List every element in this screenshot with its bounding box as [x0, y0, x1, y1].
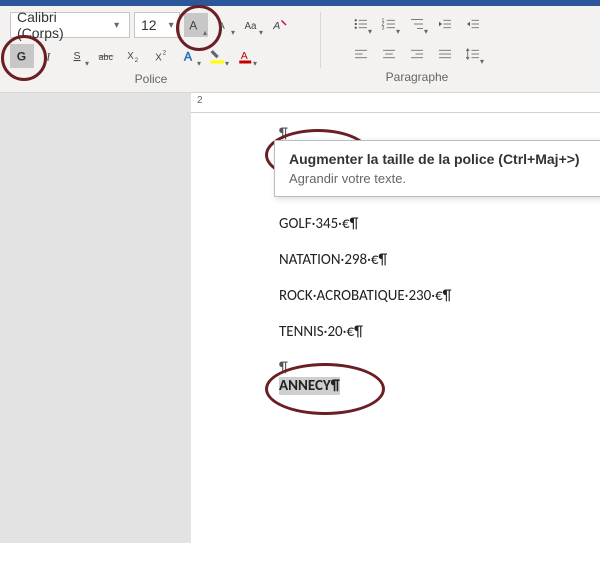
doc-line: NATATION·298·€¶ — [279, 251, 600, 269]
paragraph-mark — [279, 359, 600, 377]
doc-line: ROCK·ACROBATIQUE·230·€¶ — [279, 287, 600, 305]
grow-font-button[interactable]: A ▴ — [184, 13, 208, 37]
svg-text:2: 2 — [163, 51, 167, 57]
superscript-button[interactable]: X2 — [150, 44, 174, 68]
align-right-icon — [408, 45, 426, 63]
font-name-value: Calibri (Corps) — [11, 9, 104, 41]
caret-down-icon: ▾ — [231, 28, 235, 37]
svg-text:A: A — [241, 50, 248, 62]
chevron-down-icon: ▾ — [104, 20, 129, 31]
align-right-button[interactable] — [405, 42, 429, 66]
strikethrough-button[interactable]: abc — [94, 44, 118, 68]
svg-text:A: A — [184, 50, 192, 64]
svg-text:abc: abc — [99, 52, 114, 62]
chevron-down-icon: ▾ — [163, 20, 180, 31]
chevron-down-icon: ▾ — [253, 59, 257, 68]
align-left-icon — [352, 45, 370, 63]
highlight-button[interactable]: ▾ — [206, 44, 230, 68]
clear-formatting-button[interactable]: A — [268, 13, 292, 37]
doc-line: ANNECY¶ — [279, 377, 600, 395]
decrease-indent-button[interactable] — [433, 12, 457, 36]
shrink-font-button[interactable]: A ▾ — [212, 13, 236, 37]
doc-line: GOLF·345·€¶ — [279, 215, 600, 233]
font-name-combo[interactable]: Calibri (Corps) ▾ — [10, 12, 130, 38]
font-color-button[interactable]: A ▾ — [234, 44, 258, 68]
svg-text:Aa: Aa — [245, 21, 258, 32]
chevron-down-icon: ▾ — [368, 27, 372, 36]
align-center-icon — [380, 45, 398, 63]
underline-button[interactable]: S ▾ — [66, 44, 90, 68]
chevron-down-icon: ▾ — [259, 28, 263, 37]
clear-formatting-icon: A — [271, 16, 289, 34]
doc-line: TENNIS·20·€¶ — [279, 323, 600, 341]
group-label-font: Police — [135, 72, 168, 86]
svg-text:2: 2 — [135, 58, 139, 64]
horizontal-ruler[interactable]: 2 — [191, 93, 600, 113]
change-case-button[interactable]: Aa ▾ — [240, 13, 264, 37]
ruler-strip: 2 — [0, 93, 600, 113]
chevron-down-icon: ▾ — [225, 59, 229, 68]
bullets-button[interactable]: ▾ — [349, 12, 373, 36]
line-spacing-button[interactable]: ▾ — [461, 42, 485, 66]
group-label-paragraph: Paragraphe — [386, 70, 449, 84]
align-left-button[interactable] — [349, 42, 373, 66]
svg-text:A: A — [189, 19, 197, 33]
svg-text:I: I — [45, 50, 51, 64]
bold-icon: G — [13, 47, 31, 65]
chevron-down-icon: ▾ — [424, 27, 428, 36]
chevron-down-icon: ▾ — [396, 27, 400, 36]
increase-indent-icon — [464, 15, 482, 33]
justify-button[interactable] — [433, 42, 457, 66]
bold-button[interactable]: G — [10, 44, 34, 68]
align-center-button[interactable] — [377, 42, 401, 66]
tooltip-body: Agrandir votre texte. — [289, 171, 589, 186]
tooltip: Augmenter la taille de la police (Ctrl+M… — [274, 140, 600, 197]
text-effects-button[interactable]: A ▾ — [178, 44, 202, 68]
subscript-button[interactable]: X2 — [122, 44, 146, 68]
justify-icon — [436, 45, 454, 63]
ruler-mark: 2 — [197, 95, 203, 106]
svg-text:G: G — [17, 50, 26, 64]
numbering-button[interactable]: 123▾ — [377, 12, 401, 36]
chevron-down-icon: ▾ — [85, 59, 89, 68]
svg-text:3: 3 — [382, 25, 385, 31]
font-size-combo[interactable]: 12 ▾ — [134, 12, 180, 38]
superscript-icon: X2 — [153, 47, 171, 65]
group-separator — [320, 12, 321, 68]
decrease-indent-icon — [436, 15, 454, 33]
selected-text: ANNECY — [279, 377, 331, 395]
chevron-down-icon: ▾ — [197, 59, 201, 68]
italic-icon: I — [41, 47, 59, 65]
subscript-icon: X2 — [125, 47, 143, 65]
chevron-down-icon: ▾ — [480, 57, 484, 66]
multilevel-list-button[interactable]: ▾ — [405, 12, 429, 36]
svg-text:X: X — [127, 51, 134, 62]
caret-up-icon: ▴ — [203, 28, 207, 37]
group-font: Calibri (Corps) ▾ 12 ▾ A ▴ A ▾ Aa — [10, 12, 292, 92]
font-size-value: 12 — [135, 17, 163, 33]
svg-text:S: S — [74, 50, 81, 62]
italic-button[interactable]: I — [38, 44, 62, 68]
page-gutter — [0, 113, 191, 543]
svg-text:A: A — [219, 21, 225, 31]
tooltip-title: Augmenter la taille de la police (Ctrl+M… — [289, 151, 589, 167]
svg-text:X: X — [155, 53, 162, 64]
increase-indent-button[interactable] — [461, 12, 485, 36]
ribbon: Calibri (Corps) ▾ 12 ▾ A ▴ A ▾ Aa — [0, 6, 600, 93]
strikethrough-icon: abc — [97, 47, 115, 65]
svg-text:A: A — [272, 20, 280, 32]
group-paragraph: ▾ 123▾ ▾ ▾ Paragraphe — [349, 12, 485, 92]
